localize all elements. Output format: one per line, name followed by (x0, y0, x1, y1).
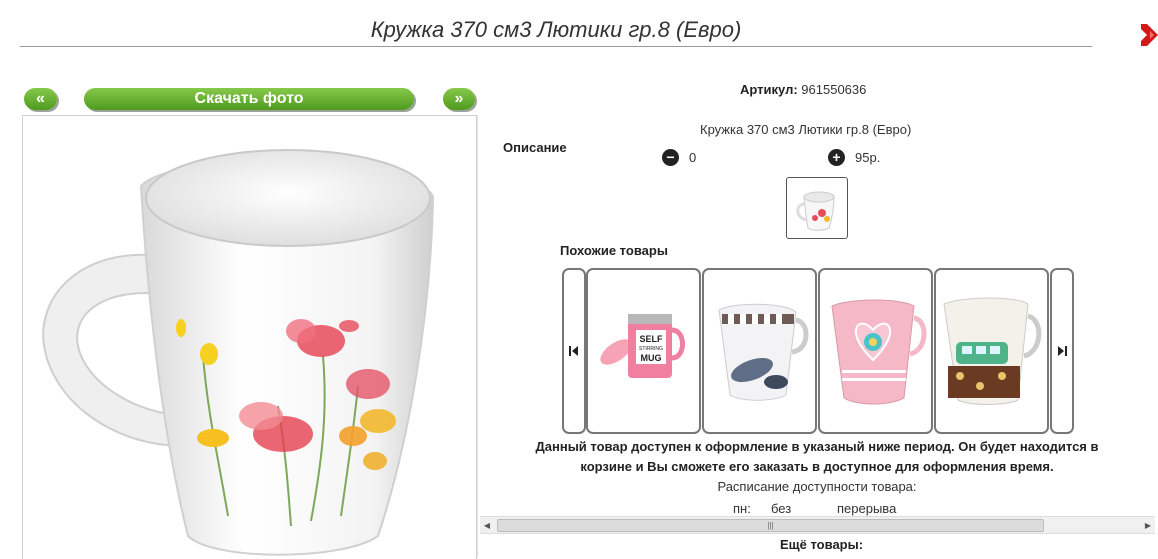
bus-pattern-mug-image (943, 297, 1042, 405)
scrollbar-thumb[interactable]: ||| (497, 519, 1044, 532)
description-text: Кружка 370 см3 Лютики гр.8 (Евро) (700, 122, 912, 137)
similar-item-heart-pattern-mug[interactable] (818, 268, 933, 434)
availability-notice-line1: Данный товар доступен к оформление в ука… (535, 439, 1099, 454)
leaf-pattern-mug-image (718, 303, 809, 401)
photo-thumbnail[interactable] (786, 177, 848, 239)
minus-icon[interactable]: − (662, 149, 679, 166)
self-stirring-mug-image: SELF STIRRING MUG (600, 314, 685, 378)
product-photo (22, 115, 477, 559)
download-photo-button[interactable]: Скачать фото (84, 88, 414, 110)
first-icon (569, 346, 578, 356)
svg-text:MUG: MUG (641, 353, 662, 363)
similar-item-self-stirring-mug[interactable]: SELF STIRRING MUG (586, 268, 701, 434)
carousel-prev-button[interactable] (562, 268, 586, 434)
prev-photo-button[interactable]: « (24, 88, 57, 110)
availability-notice-line2: корзине и Вы сможете его заказать в дост… (580, 459, 1054, 474)
article-label: Артикул: (740, 82, 798, 97)
quantity-value: 0 (689, 150, 697, 165)
schedule-from: без (771, 501, 792, 516)
schedule-title: Расписание доступности товара: (717, 479, 917, 494)
heart-pattern-mug-image (831, 299, 927, 405)
svg-text:SELF: SELF (639, 334, 663, 344)
close-icon[interactable] (1141, 22, 1158, 48)
similar-products-label: Похожие товары (560, 243, 668, 258)
more-products-label: Ещё товары: (780, 537, 864, 552)
column-divider (477, 115, 478, 558)
carousel-next-button[interactable] (1050, 268, 1074, 434)
availability-notice: Данный товар доступен к оформление в ука… (497, 437, 1137, 477)
quantity-control: − 0 (662, 149, 696, 166)
page-title: Кружка 370 см3 Лютики гр.8 (Евро) (20, 14, 1092, 47)
scroll-left-icon[interactable]: ◀ (480, 517, 494, 533)
schedule-to: перерыва (837, 501, 897, 516)
horizontal-scrollbar[interactable]: ◀ ||| ▶ (480, 516, 1155, 534)
mug-image (42, 149, 435, 556)
price-control: + 95р. (828, 149, 880, 166)
similar-item-bus-pattern-mug[interactable] (934, 268, 1049, 434)
similar-item-leaf-pattern-mug[interactable] (702, 268, 817, 434)
article-value: 961550636 (801, 82, 867, 97)
price-value: 95р. (855, 150, 881, 165)
last-icon (1058, 346, 1067, 356)
schedule-day: пн: (733, 501, 751, 516)
plus-icon[interactable]: + (828, 149, 845, 166)
article-row: Артикул: 961550636 (740, 82, 866, 97)
svg-text:STIRRING: STIRRING (639, 346, 663, 352)
description-label: Описание (503, 140, 567, 155)
scroll-right-icon[interactable]: ▶ (1141, 517, 1155, 533)
thumbnail-mug-image (796, 191, 835, 231)
next-photo-button[interactable]: » (443, 88, 475, 110)
